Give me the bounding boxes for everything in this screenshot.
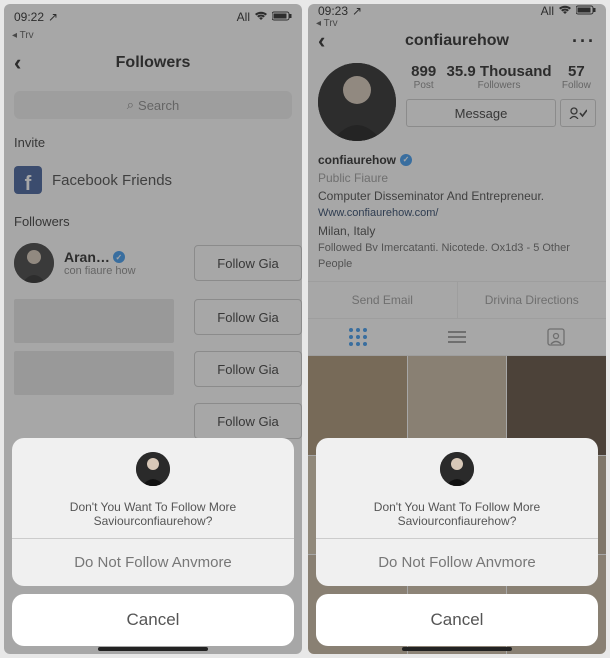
home-indicator[interactable] [98,647,208,651]
unfollow-option[interactable]: Do Not Follow Anvmore [12,538,294,586]
cancel-button[interactable]: Cancel [12,594,294,646]
action-sheet: Don't You Want To Follow More Saviourcon… [12,438,294,646]
home-indicator[interactable] [402,647,512,651]
unfollow-option[interactable]: Do Not Follow Anvmore [316,538,598,586]
sheet-message: Don't You Want To Follow More Saviourcon… [22,500,284,528]
sheet-avatar [440,452,474,486]
cancel-button[interactable]: Cancel [316,594,598,646]
sheet-message: Don't You Want To Follow More Saviourcon… [326,500,588,528]
action-sheet: Don't You Want To Follow More Saviourcon… [316,438,598,646]
sheet-avatar [136,452,170,486]
phone-left: 09:22 ↗ All ◂ Trv ‹ Followers ⌕ Search I… [4,4,302,654]
phone-right: 09:23 ↗ All ◂ Trv ‹ confiaurehow ··· 899 [308,4,606,654]
